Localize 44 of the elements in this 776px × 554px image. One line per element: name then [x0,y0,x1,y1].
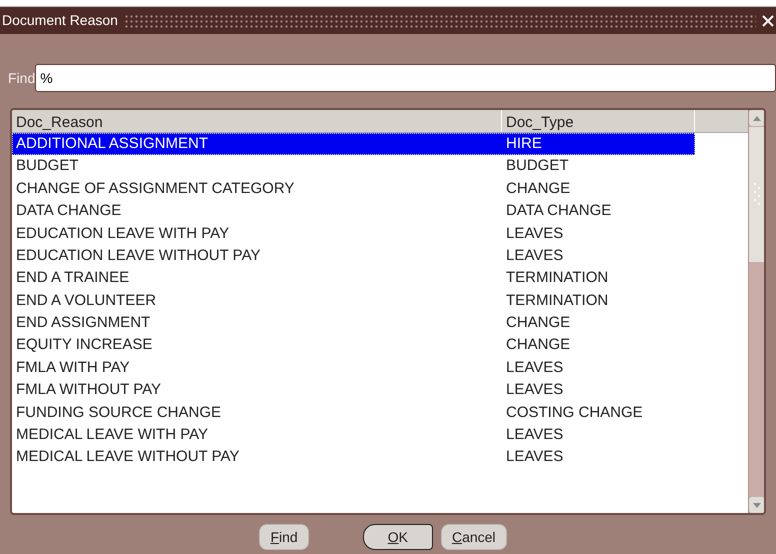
close-icon[interactable] [762,14,774,26]
table-cell[interactable]: FMLA WITHOUT PAY [12,379,502,402]
dialog-button[interactable]: Find [259,524,309,550]
table-cell[interactable]: CHANGE [502,312,695,335]
table-cell[interactable]: END ASSIGNMENT [12,312,502,335]
column-header[interactable]: Doc_Type [502,110,695,132]
table-cell[interactable]: TERMINATION [502,290,695,312]
column-header[interactable]: Doc_Reason [12,110,502,132]
table-cell[interactable]: LEAVES [502,222,695,246]
table-cell[interactable]: FUNDING SOURCE CHANGE [12,402,502,424]
dialog-button[interactable]: Cancel [440,524,507,550]
table-cell[interactable]: LEAVES [502,244,695,268]
table-cell[interactable]: LEAVES [502,379,695,402]
table-cell[interactable]: MEDICAL LEAVE WITHOUT PAY [12,446,502,469]
table-cell[interactable]: END A TRAINEE [12,267,502,290]
table-cell[interactable]: DATA CHANGE [502,200,695,223]
table-cell[interactable]: LEAVES [502,424,695,447]
table-cell[interactable]: CHANGE [502,178,695,200]
table-cell[interactable]: EDUCATION LEAVE WITHOUT PAY [12,244,502,268]
table-cell[interactable]: CHANGE [502,334,695,357]
table-cell[interactable]: TERMINATION [502,267,695,290]
table-cell[interactable]: EQUITY INCREASE [12,334,502,357]
scroll-down-icon[interactable] [749,497,764,513]
table-cell[interactable]: LEAVES [502,446,695,469]
scroll-thumb[interactable] [749,127,764,262]
find-field[interactable]: % [35,64,776,92]
table-cell[interactable]: BUDGET [502,155,695,178]
table-cell[interactable]: HIRE [502,132,695,156]
find-label: Find [8,68,36,88]
table-cell[interactable]: END A VOLUNTEER [12,290,502,312]
table-cell[interactable]: FMLA WITH PAY [12,356,502,380]
scrollbar[interactable] [748,110,764,513]
table-cell[interactable]: CHANGE OF ASSIGNMENT CATEGORY [12,178,502,200]
table-cell[interactable]: BUDGET [12,155,502,178]
table-cell[interactable]: ADDITIONAL ASSIGNMENT [12,132,502,156]
selected-row[interactable]: ADDITIONAL ASSIGNMENT HIRE [12,133,695,156]
table-cell[interactable]: DATA CHANGE [12,200,502,223]
window-title: Document Reason [2,11,118,30]
scroll-up-icon[interactable] [749,110,764,126]
table-cell[interactable]: MEDICAL LEAVE WITH PAY [12,424,502,447]
dialog-button[interactable]: OK [362,524,433,550]
table-cell[interactable]: COSTING CHANGE [502,402,695,424]
table-cell[interactable]: EDUCATION LEAVE WITH PAY [12,222,502,246]
table-cell[interactable]: LEAVES [502,356,695,380]
